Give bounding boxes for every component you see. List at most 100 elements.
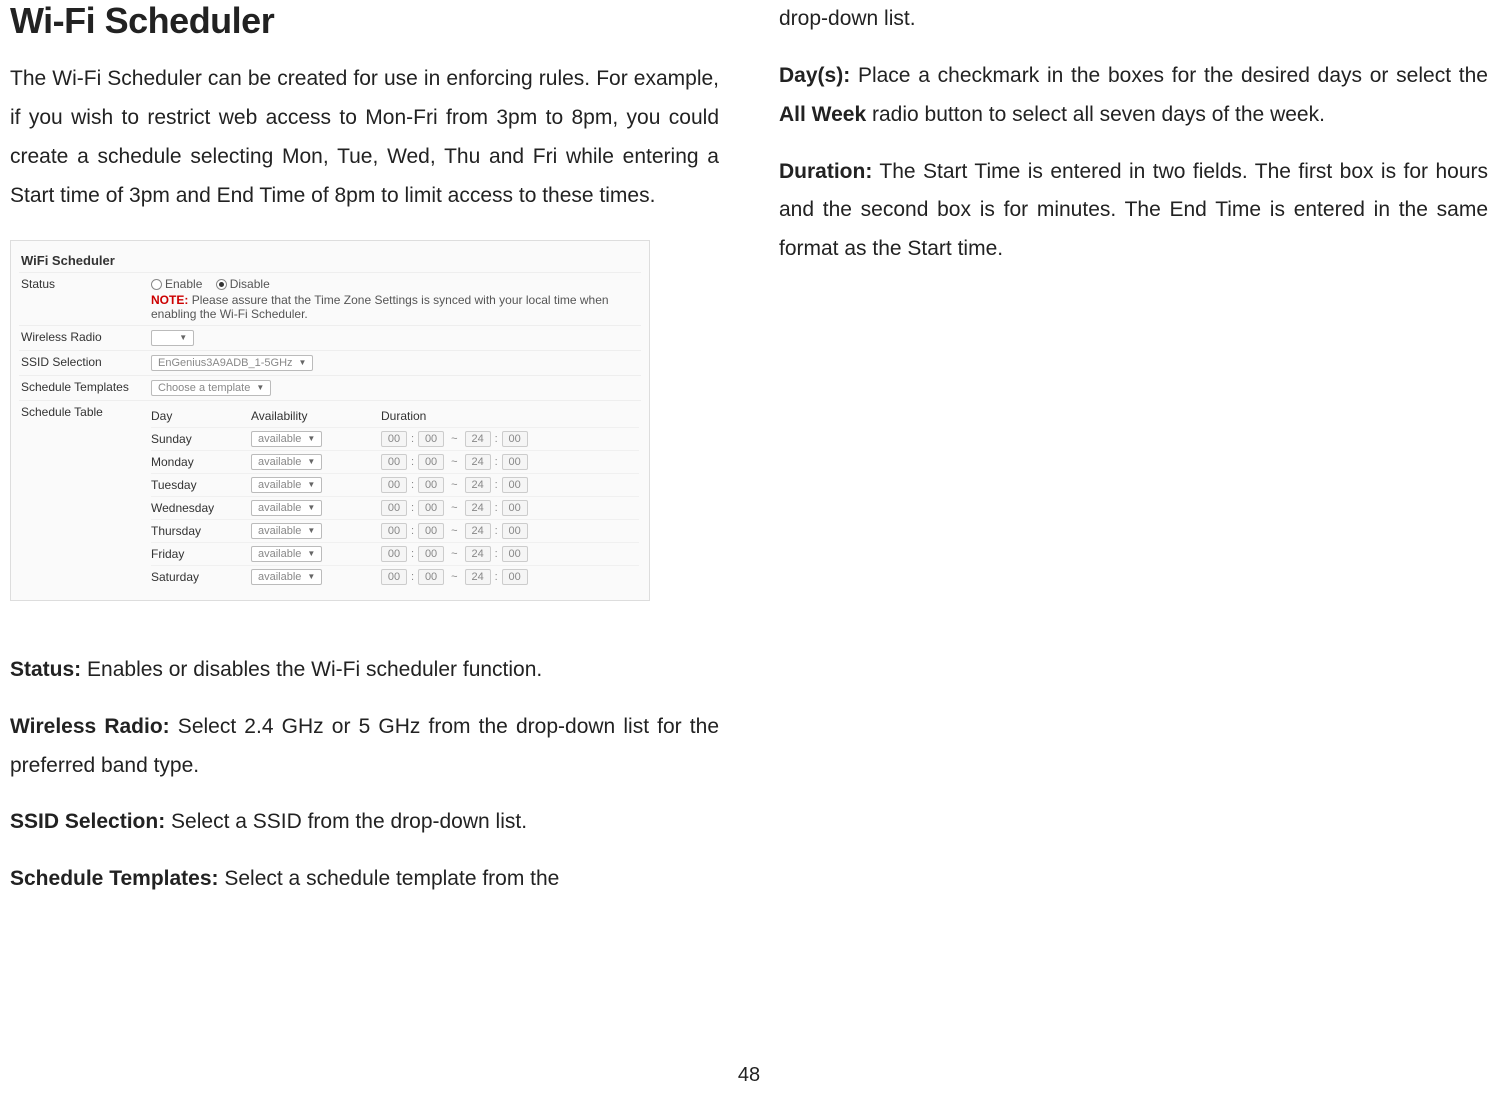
ssid-selection-label: SSID Selection [21,355,151,369]
availability-select[interactable]: available▼ [251,477,322,493]
time-colon: : [495,479,498,491]
start-hour-input[interactable]: 00 [381,431,407,447]
radio-label: Disable [230,277,270,291]
start-min-input[interactable]: 00 [418,523,444,539]
table-row: Tuesdayavailable▼00:00 ~ 24:00 [151,473,639,496]
range-tilde: ~ [448,433,461,445]
table-row: Fridayavailable▼00:00 ~ 24:00 [151,542,639,565]
radio-label: Enable [165,277,202,291]
schedule-table: Day Availability Duration Sundayavailabl… [151,405,639,588]
range-tilde: ~ [448,548,461,560]
chevron-down-icon: ▼ [299,358,307,367]
start-min-input[interactable]: 00 [418,546,444,562]
range-tilde: ~ [448,525,461,537]
status-label: Status [21,277,151,291]
range-tilde: ~ [448,502,461,514]
radio-icon [216,279,227,290]
availability-select[interactable]: available ▼ [251,431,322,447]
start-min-input[interactable]: 00 [418,569,444,585]
availability-select[interactable]: available ▼ [251,454,322,470]
note-text: Please assure that the Time Zone Setting… [151,293,609,321]
intro-paragraph: The Wi-Fi Scheduler can be created for u… [10,60,719,215]
time-colon: : [411,456,414,468]
select-value: available [258,571,301,583]
start-hour-input[interactable]: 00 [381,523,407,539]
select-value [158,332,173,344]
wireless-radio-select[interactable]: ▼ [151,330,194,346]
start-min-input[interactable]: 00 [418,431,444,447]
day-name: Thursday [151,524,251,538]
end-min-input[interactable]: 00 [502,569,528,585]
select-value: Choose a template [158,382,250,394]
start-min-input[interactable]: 00 [418,454,444,470]
def-schedule-templates: Schedule Templates: Select a schedule te… [10,860,719,899]
availability-select[interactable]: available▼ [251,546,322,562]
start-min-input[interactable]: 00 [418,477,444,493]
end-hour-input[interactable]: 24 [465,431,491,447]
def-wireless-radio: Wireless Radio: Select 2.4 GHz or 5 GHz … [10,708,719,786]
table-row: Thursdayavailable▼00:00 ~ 24:00 [151,519,639,542]
time-colon: : [495,548,498,560]
availability-select[interactable]: available▼ [251,523,322,539]
table-row: Wednesdayavailable▼00:00 ~ 24:00 [151,496,639,519]
ssid-select[interactable]: EnGenius3A9ADB_1-5GHz ▼ [151,355,313,371]
def-templates-continued: drop-down list. [779,0,1488,39]
day-name: Saturday [151,570,251,584]
end-min-input[interactable]: 00 [502,546,528,562]
start-hour-input[interactable]: 00 [381,477,407,493]
note-prefix: NOTE: [151,293,188,307]
availability-select[interactable]: available▼ [251,500,322,516]
chevron-down-icon: ▼ [307,526,315,535]
schedule-template-select[interactable]: Choose a template ▼ [151,380,271,396]
time-colon: : [411,571,414,583]
start-hour-input[interactable]: 00 [381,454,407,470]
day-name: Tuesday [151,478,251,492]
day-name: Sunday [151,432,251,446]
end-hour-input[interactable]: 24 [465,523,491,539]
time-colon: : [495,571,498,583]
end-hour-input[interactable]: 24 [465,500,491,516]
panel-title: WiFi Scheduler [19,249,641,272]
status-disable-radio[interactable]: Disable [216,277,270,291]
end-hour-input[interactable]: 24 [465,477,491,493]
select-value: available [258,502,301,514]
start-hour-input[interactable]: 00 [381,546,407,562]
end-min-input[interactable]: 00 [502,523,528,539]
page-title: Wi-Fi Scheduler [10,0,719,42]
chevron-down-icon: ▼ [307,457,315,466]
time-colon: : [495,433,498,445]
end-hour-input[interactable]: 24 [465,546,491,562]
range-tilde: ~ [448,571,461,583]
time-colon: : [495,456,498,468]
select-value: available [258,433,301,445]
chevron-down-icon: ▼ [179,333,187,342]
time-colon: : [495,502,498,514]
table-row: Sundayavailable▼00:00 ~ 24:00 [151,427,639,450]
end-hour-input[interactable]: 24 [465,454,491,470]
def-days: Day(s): Place a checkmark in the boxes f… [779,57,1488,135]
col-duration: Duration [381,409,581,423]
time-colon: : [411,525,414,537]
day-name: Friday [151,547,251,561]
page-number: 48 [738,1064,760,1087]
availability-select[interactable]: available▼ [251,569,322,585]
chevron-down-icon: ▼ [307,480,315,489]
end-hour-input[interactable]: 24 [465,569,491,585]
end-min-input[interactable]: 00 [502,431,528,447]
start-hour-input[interactable]: 00 [381,500,407,516]
time-colon: : [411,548,414,560]
end-min-input[interactable]: 00 [502,500,528,516]
radio-icon [151,279,162,290]
start-min-input[interactable]: 00 [418,500,444,516]
range-tilde: ~ [448,479,461,491]
end-min-input[interactable]: 00 [502,454,528,470]
chevron-down-icon: ▼ [307,434,315,443]
status-enable-radio[interactable]: Enable [151,277,202,291]
day-name: Monday [151,455,251,469]
schedule-templates-label: Schedule Templates [21,380,151,394]
select-value: available [258,548,301,560]
select-value: available [258,456,301,468]
end-min-input[interactable]: 00 [502,477,528,493]
chevron-down-icon: ▼ [256,383,264,392]
start-hour-input[interactable]: 00 [381,569,407,585]
